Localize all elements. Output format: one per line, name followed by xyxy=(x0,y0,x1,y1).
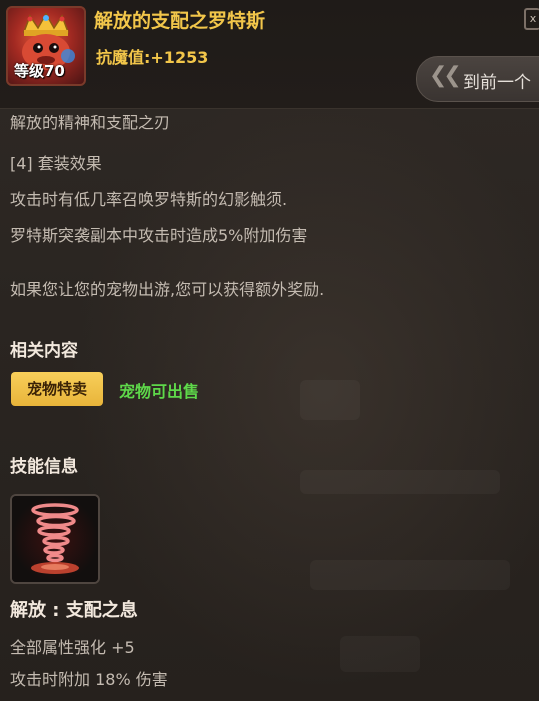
level-badge: 等级70 xyxy=(14,62,65,80)
background-ghost xyxy=(340,636,420,672)
pet-sale-tag-button[interactable]: 宠物特卖 xyxy=(11,372,103,406)
item-tooltip-panel: 等级70 解放的支配之罗特斯 抗魔值:+1253 x ❮❮ 到前一个 解放的精神… xyxy=(0,0,539,701)
close-button[interactable]: x xyxy=(524,8,539,30)
tornado-icon xyxy=(10,494,100,584)
double-chevron-left-icon: ❮❮ xyxy=(429,63,462,88)
skill-section-title: 技能信息 xyxy=(10,457,78,477)
description-line: 攻击时有低几率召唤罗特斯的幻影触须. xyxy=(10,190,288,209)
prev-item-label: 到前一个 xyxy=(463,73,531,93)
resistance-stat: 抗魔值:+1253 xyxy=(96,48,209,67)
close-icon: x xyxy=(529,12,537,25)
related-section-title: 相关内容 xyxy=(10,341,78,361)
background-ghost xyxy=(300,380,360,420)
skill-effect: 攻击时附加 18% 伤害 xyxy=(10,670,168,689)
pet-note: 如果您让您的宠物出游,您可以获得额外奖励. xyxy=(10,280,325,299)
background-ghost xyxy=(310,560,510,590)
background-ghost xyxy=(300,470,500,494)
item-name: 解放的支配之罗特斯 xyxy=(94,10,266,32)
prev-item-button[interactable]: ❮❮ 到前一个 xyxy=(416,56,539,102)
tooltip-header: 等级70 解放的支配之罗特斯 抗魔值:+1253 x ❮❮ 到前一个 xyxy=(0,0,539,109)
skill-name: 解放 : 支配之息 xyxy=(10,600,138,621)
description-partial-text: 解放的精神和支配之刃 xyxy=(10,115,171,132)
pet-sellable-note: 宠物可出售 xyxy=(119,382,200,401)
set-effect-title: [4] 套装效果 xyxy=(10,154,102,173)
description-partial-line: 解放的精神和支配之刃 xyxy=(10,115,170,137)
description-line: 罗特斯突袭副本中攻击时造成5%附加伤害 xyxy=(10,226,308,245)
skill-effect: 全部属性强化 +5 xyxy=(10,638,135,657)
